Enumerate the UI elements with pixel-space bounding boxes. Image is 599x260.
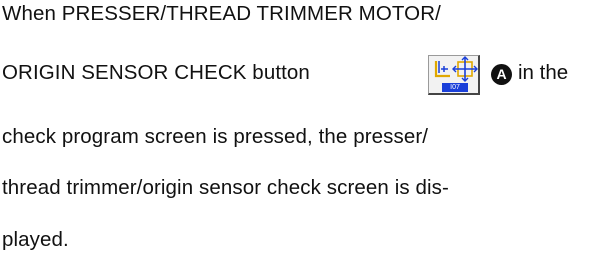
text-line-1: When PRESSER/THREAD TRIMMER MOTOR/: [2, 2, 441, 25]
text-line-2-after: in the: [518, 61, 569, 84]
callout-a-badge: A: [491, 64, 512, 85]
text-line-3: check program screen is pressed, the pre…: [2, 125, 429, 148]
text-line-5: played.: [2, 228, 69, 251]
text-line-4: thread trimmer/origin sensor check scree…: [2, 176, 449, 199]
text-line-2-before: ORIGIN SENSOR CHECK button: [2, 61, 310, 84]
button-code-label: I07: [442, 83, 468, 92]
text-line-2: ORIGIN SENSOR CHECK button: [2, 61, 310, 85]
presser-thread-trimmer-origin-sensor-check-button-icon: I07: [428, 55, 480, 95]
